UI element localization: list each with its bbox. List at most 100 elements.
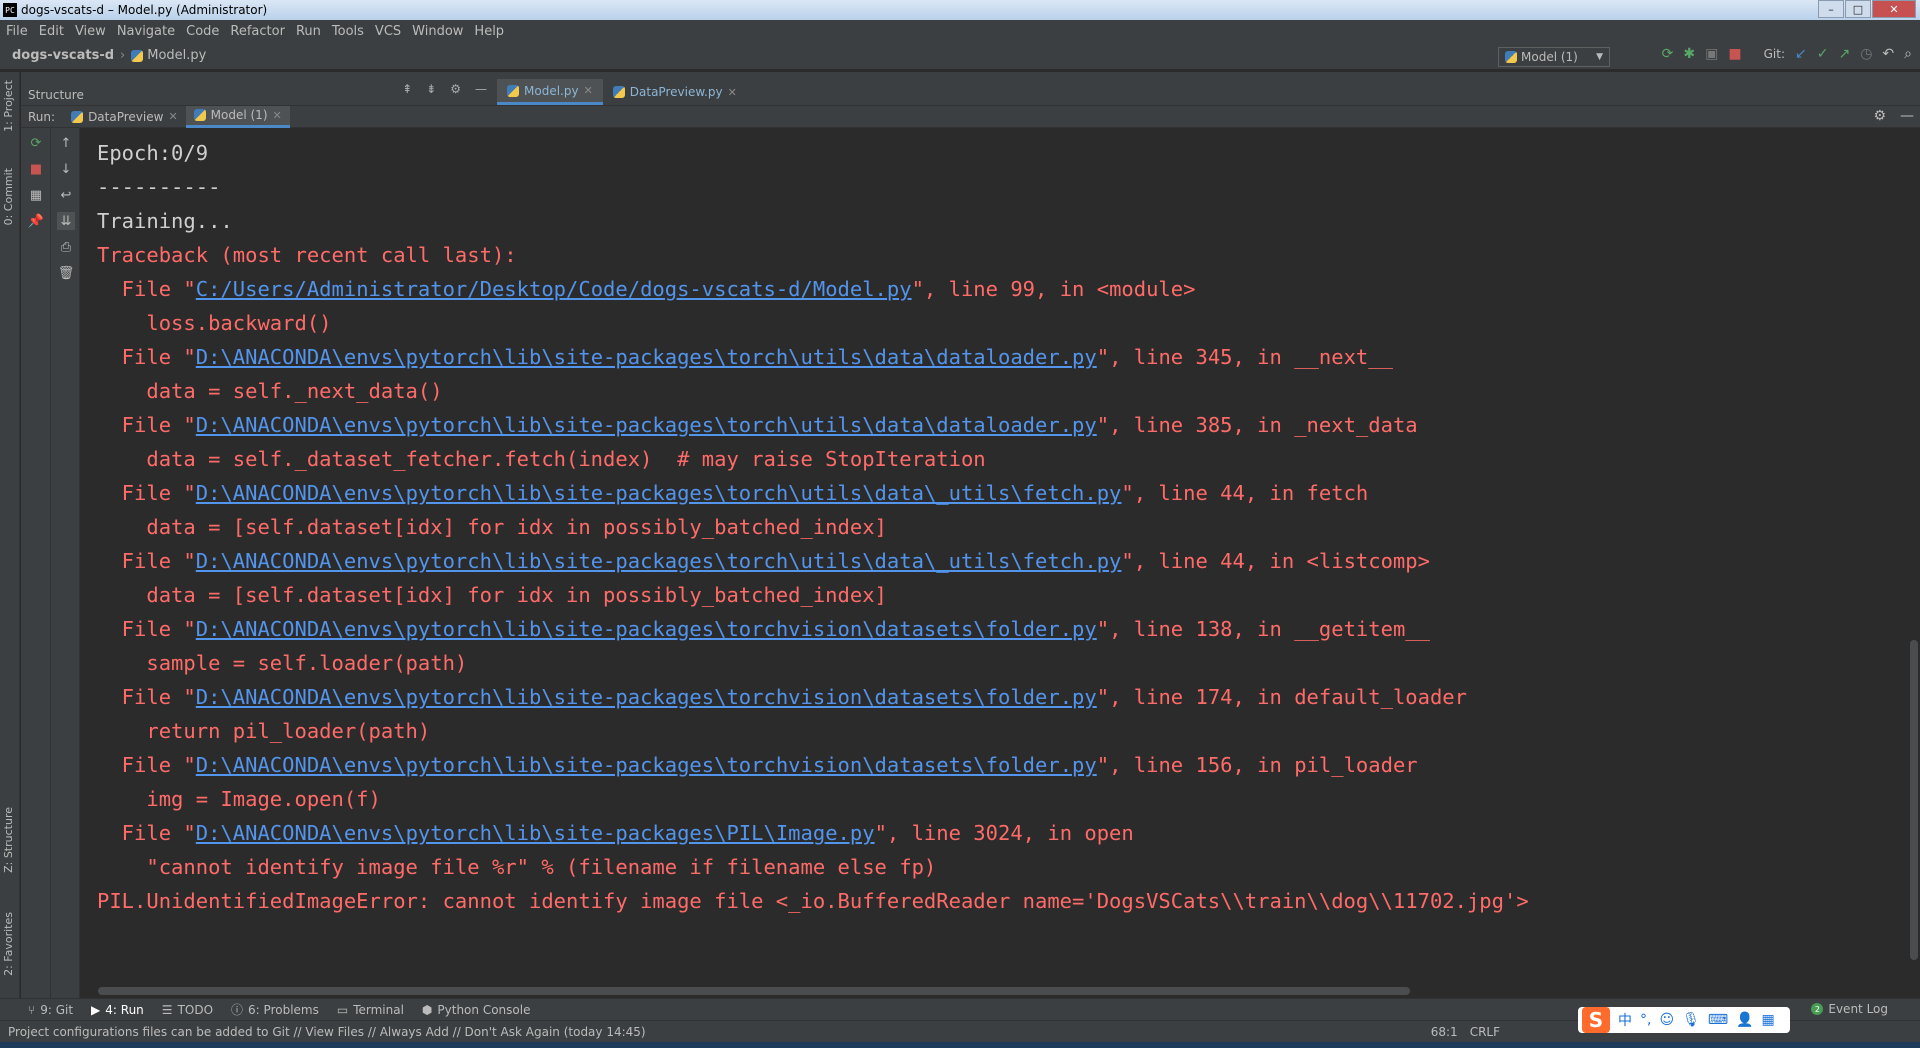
commit-tool-tab[interactable]: 0: Commit bbox=[2, 168, 15, 225]
soft-wrap-icon[interactable]: ↩ bbox=[57, 186, 75, 204]
arrow-up-icon[interactable]: ↑ bbox=[57, 134, 75, 152]
expand-all-icon[interactable]: ⇞ bbox=[402, 82, 412, 96]
close-icon[interactable]: ✕ bbox=[584, 84, 593, 97]
ime-toolbar[interactable]: S 中 °, ☺ 🎙 ⌨ 👤 ▦ bbox=[1578, 1007, 1790, 1033]
os-taskbar bbox=[0, 1042, 1920, 1048]
collapse-all-icon[interactable]: ⇟ bbox=[426, 82, 436, 96]
gear-icon[interactable]: ⚙ bbox=[450, 82, 461, 96]
stop-icon[interactable]: ■ bbox=[1728, 46, 1741, 62]
python-console-tool-tab[interactable]: ⬢ Python Console bbox=[422, 1003, 531, 1017]
problems-tool-tab[interactable]: ⓘ 6: Problems bbox=[231, 1001, 319, 1018]
run-tab-datapreview[interactable]: DataPreview ✕ bbox=[63, 106, 186, 128]
error-text: data = [self.dataset[idx] for idx in pos… bbox=[97, 515, 887, 539]
layout-icon[interactable]: ▦ bbox=[27, 186, 45, 204]
caret-position[interactable]: 68:1 bbox=[1431, 1025, 1458, 1039]
hide-icon[interactable]: — bbox=[475, 82, 487, 96]
rerun-icon[interactable]: ⟳ bbox=[27, 134, 45, 152]
git-tool-tab[interactable]: ⑂ 9: Git bbox=[28, 1003, 73, 1017]
close-icon[interactable]: ✕ bbox=[168, 110, 177, 123]
line-separator[interactable]: CRLF bbox=[1470, 1025, 1500, 1039]
traceback-file-prefix: File " bbox=[97, 685, 196, 709]
tab-label: Terminal bbox=[353, 1002, 404, 1017]
stop-icon[interactable]: ■ bbox=[27, 160, 45, 178]
sogou-logo-icon: S bbox=[1582, 1007, 1610, 1033]
menu-navigate[interactable]: Navigate bbox=[117, 24, 175, 39]
console-line: ---------- bbox=[97, 170, 1920, 204]
project-tool-tab[interactable]: 1: Project bbox=[2, 80, 15, 132]
search-icon[interactable]: ⌕ bbox=[1904, 46, 1912, 62]
coverage-icon[interactable]: ▣ bbox=[1705, 46, 1718, 62]
trash-icon[interactable]: 🗑 bbox=[57, 264, 75, 282]
run-toolbar-secondary: ↑ ↓ ↩ ⇊ ⎙ 🗑 bbox=[51, 128, 80, 998]
tab-label: TODO bbox=[177, 1002, 214, 1017]
traceback-file-link[interactable]: D:\ANACONDA\envs\pytorch\lib\site-packag… bbox=[196, 685, 1097, 709]
traceback-file-link[interactable]: D:\ANACONDA\envs\pytorch\lib\site-packag… bbox=[196, 481, 1122, 505]
rollback-icon[interactable]: ↶ bbox=[1882, 46, 1894, 62]
error-text: "cannot identify image file %r" % (filen… bbox=[97, 855, 937, 879]
todo-tool-tab[interactable]: ☰ TODO bbox=[162, 1003, 213, 1017]
breadcrumb-file[interactable]: Model.py bbox=[131, 48, 206, 63]
menu-vcs[interactable]: VCS bbox=[375, 24, 401, 39]
menu-edit[interactable]: Edit bbox=[39, 24, 64, 39]
tab-datapreview-py[interactable]: DataPreview.py ✕ bbox=[603, 79, 747, 105]
event-log-button[interactable]: 2 Event Log bbox=[1811, 1002, 1888, 1016]
close-button[interactable]: ✕ bbox=[1872, 0, 1916, 18]
git-push-icon[interactable]: ↗ bbox=[1838, 46, 1850, 62]
close-icon[interactable]: ✕ bbox=[728, 86, 737, 99]
breadcrumb-project[interactable]: dogs-vscats-d bbox=[12, 48, 114, 63]
menu-tools[interactable]: Tools bbox=[332, 24, 364, 39]
ime-language[interactable]: 中 bbox=[1618, 1010, 1632, 1030]
history-icon[interactable]: ◷ bbox=[1860, 46, 1872, 62]
menu-help[interactable]: Help bbox=[474, 24, 504, 39]
close-icon[interactable]: ✕ bbox=[273, 109, 282, 122]
horizontal-scrollbar[interactable] bbox=[98, 987, 1410, 995]
hide-icon[interactable]: — bbox=[1900, 108, 1914, 124]
emoji-icon[interactable]: ☺ bbox=[1659, 1012, 1674, 1028]
tab-model-py[interactable]: Model.py ✕ bbox=[497, 79, 603, 105]
console-line: Training... bbox=[97, 204, 1920, 238]
arrow-down-icon[interactable]: ↓ bbox=[57, 160, 75, 178]
minimize-button[interactable]: – bbox=[1818, 0, 1844, 18]
vertical-scrollbar[interactable] bbox=[1910, 640, 1918, 960]
output-text: ---------- bbox=[97, 175, 221, 199]
menu-refactor[interactable]: Refactor bbox=[230, 24, 285, 39]
run-tab-model[interactable]: Model (1) ✕ bbox=[185, 105, 290, 128]
gear-icon[interactable]: ⚙ bbox=[1873, 108, 1886, 124]
traceback-file-link[interactable]: C:/Users/Administrator/Desktop/Code/dogs… bbox=[196, 277, 912, 301]
print-icon[interactable]: ⎙ bbox=[57, 238, 75, 256]
pin-icon[interactable]: 📌 bbox=[27, 212, 45, 230]
tab-label: 9: Git bbox=[40, 1002, 74, 1017]
punctuation-icon[interactable]: °, bbox=[1640, 1012, 1651, 1028]
traceback-file-link[interactable]: D:\ANACONDA\envs\pytorch\lib\site-packag… bbox=[196, 753, 1097, 777]
git-update-icon[interactable]: ↙ bbox=[1795, 46, 1807, 62]
menu-run[interactable]: Run bbox=[296, 24, 321, 39]
maximize-button[interactable]: □ bbox=[1845, 0, 1871, 18]
microphone-icon[interactable]: 🎙 bbox=[1682, 1012, 1700, 1028]
menu-code[interactable]: Code bbox=[186, 24, 219, 39]
console-line: File "D:\ANACONDA\envs\pytorch\lib\site-… bbox=[97, 544, 1920, 578]
traceback-file-link[interactable]: D:\ANACONDA\envs\pytorch\lib\site-packag… bbox=[196, 345, 1097, 369]
structure-tool-tab[interactable]: Z: Structure bbox=[2, 807, 15, 873]
scroll-to-end-icon[interactable]: ⇊ bbox=[57, 212, 75, 230]
traceback-file-link[interactable]: D:\ANACONDA\envs\pytorch\lib\site-packag… bbox=[196, 821, 875, 845]
traceback-file-link[interactable]: D:\ANACONDA\envs\pytorch\lib\site-packag… bbox=[196, 549, 1122, 573]
keyboard-icon[interactable]: ⌨ bbox=[1708, 1012, 1728, 1028]
terminal-tool-tab[interactable]: ▭ Terminal bbox=[337, 1003, 404, 1017]
debug-icon[interactable]: ✱ bbox=[1683, 46, 1695, 62]
favorites-tool-tab[interactable]: 2: Favorites bbox=[2, 912, 15, 976]
console-line: File "D:\ANACONDA\envs\pytorch\lib\site-… bbox=[97, 680, 1920, 714]
grid-icon[interactable]: ▦ bbox=[1762, 1012, 1775, 1028]
git-commit-icon[interactable]: ✓ bbox=[1817, 46, 1829, 62]
menu-window[interactable]: Window bbox=[412, 24, 463, 39]
rerun-icon[interactable]: ⟳ bbox=[1662, 46, 1674, 62]
menu-file[interactable]: File bbox=[6, 24, 28, 39]
error-text: PIL.UnidentifiedImageError: cannot ident… bbox=[97, 889, 1529, 913]
run-tool-tab[interactable]: ▶ 4: Run bbox=[91, 1003, 144, 1017]
run-configuration-select[interactable]: Model (1) ▼ bbox=[1498, 47, 1610, 67]
user-icon[interactable]: 👤 bbox=[1736, 1012, 1753, 1028]
run-console-output[interactable]: Epoch:0/9 ---------- Training... Traceback … bbox=[80, 128, 1920, 998]
menu-view[interactable]: View bbox=[75, 24, 106, 39]
traceback-file-link[interactable]: D:\ANACONDA\envs\pytorch\lib\site-packag… bbox=[196, 617, 1097, 641]
status-message[interactable]: Project configurations files can be adde… bbox=[8, 1025, 646, 1039]
traceback-file-link[interactable]: D:\ANACONDA\envs\pytorch\lib\site-packag… bbox=[196, 413, 1097, 437]
